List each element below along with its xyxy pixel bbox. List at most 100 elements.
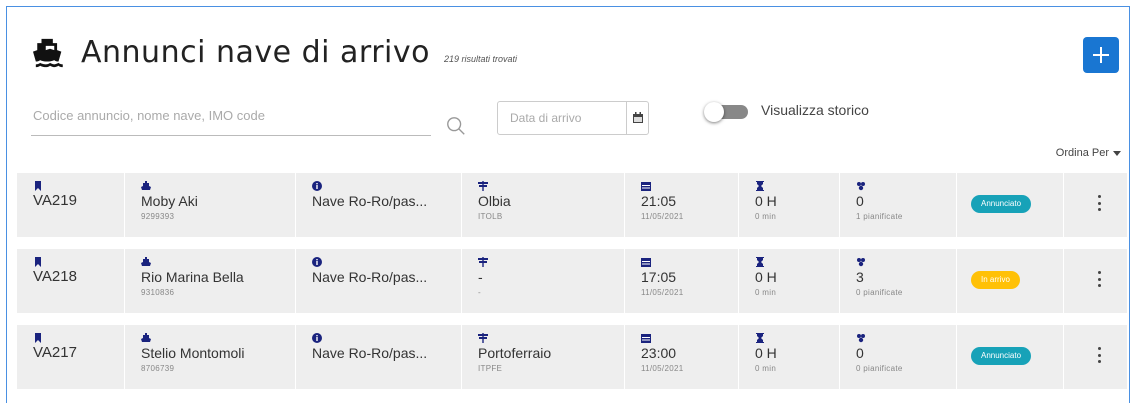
actions-cell: [1064, 249, 1127, 313]
duration-hours: 0 H: [755, 345, 777, 361]
hourglass-icon: [756, 257, 764, 267]
arrival-date-input[interactable]: [498, 102, 626, 134]
type-cell: Nave Ro-Ro/pas...: [296, 325, 462, 389]
arrival-date: 11/05/2021: [641, 212, 684, 221]
port-name: Portoferraio: [478, 345, 552, 361]
hourglass-icon: [756, 333, 764, 343]
port-cell: Portoferraio ITPFE: [462, 325, 625, 389]
announcement-code: VA218: [33, 268, 77, 285]
signpost-icon: [478, 333, 488, 343]
arrival-cell: 17:05 11/05/2021: [625, 249, 739, 313]
add-announcement-button[interactable]: [1083, 37, 1119, 73]
bookmark-icon: [35, 181, 41, 191]
arrival-time: 23:00: [641, 345, 677, 361]
planned-count: 1 pianificate: [856, 212, 903, 221]
type-cell: Nave Ro-Ro/pas...: [296, 249, 462, 313]
main-panel: Annunci nave di arrivo 219 risultati tro…: [6, 6, 1130, 403]
duration-cell: 0 H 0 min: [739, 173, 840, 237]
ship-name: Stelio Montomoli: [141, 345, 245, 361]
duration-cell: 0 H 0 min: [739, 249, 840, 313]
item-count: 0: [856, 345, 864, 361]
status-cell: Annunciato: [957, 173, 1064, 237]
duration-hours: 0 H: [755, 193, 777, 209]
planned-count: 0 pianificate: [856, 364, 903, 373]
duration-cell: 0 H 0 min: [739, 325, 840, 389]
caret-down-icon: [1113, 150, 1121, 156]
announcement-code: VA217: [33, 344, 77, 361]
ship-icon: [141, 257, 151, 266]
search-icon[interactable]: [445, 115, 467, 137]
calendar-icon: [632, 112, 643, 123]
arrival-date: 11/05/2021: [641, 288, 684, 297]
imo-code: 8706739: [141, 364, 175, 373]
more-options-icon[interactable]: [1098, 271, 1102, 287]
code-cell: VA219: [17, 173, 125, 237]
planning-cell: 0 0 pianificate: [840, 325, 957, 389]
ship-icon: [33, 38, 63, 67]
group-icon: [857, 334, 865, 343]
status-badge: Annunciato: [971, 195, 1032, 213]
arrival-date: 11/05/2021: [641, 364, 684, 373]
bookmark-icon: [35, 257, 41, 267]
search-field: [31, 107, 435, 136]
port-code: ITPFE: [478, 364, 503, 373]
announcement-code: VA219: [33, 192, 77, 209]
toggle-knob: [704, 102, 724, 122]
port-code: ITOLB: [478, 212, 503, 221]
more-options-icon[interactable]: [1098, 347, 1102, 363]
ship-icon: [141, 181, 151, 190]
calendar-button[interactable]: [626, 102, 648, 134]
ship-cell: Stelio Montomoli 8706739: [125, 325, 296, 389]
port-cell: - -: [462, 249, 625, 313]
table-row[interactable]: VA217 Stelio Montomoli 8706739 Nave Ro-R…: [17, 325, 1127, 389]
announcement-list: VA219 Moby Aki 9299393 Nave Ro-Ro/pas...…: [17, 173, 1127, 401]
duration-minutes: 0 min: [755, 364, 777, 373]
info-icon: [312, 181, 322, 191]
hourglass-icon: [756, 181, 764, 191]
ship-icon: [141, 333, 151, 342]
info-icon: [312, 333, 322, 343]
actions-cell: [1064, 173, 1127, 237]
status-badge: Annunciato: [971, 347, 1032, 365]
imo-code: 9299393: [141, 212, 175, 221]
more-options-icon[interactable]: [1098, 195, 1102, 211]
code-cell: VA217: [17, 325, 125, 389]
arrival-date-filter: [497, 101, 649, 135]
ship-cell: Rio Marina Bella 9310836: [125, 249, 296, 313]
results-count: 219 risultati trovati: [443, 53, 518, 64]
port-code: -: [478, 288, 481, 297]
calendar-icon: [641, 182, 651, 191]
code-cell: VA218: [17, 249, 125, 313]
calendar-icon: [641, 334, 651, 343]
imo-code: 9310836: [141, 288, 175, 297]
bookmark-icon: [35, 333, 41, 343]
info-icon: [312, 257, 322, 267]
page-title: Annunci nave di arrivo: [81, 35, 430, 70]
ship-cell: Moby Aki 9299393: [125, 173, 296, 237]
table-row[interactable]: VA218 Rio Marina Bella 9310836 Nave Ro-R…: [17, 249, 1127, 313]
ship-type: Nave Ro-Ro/pas...: [312, 269, 428, 285]
port-name: Olbia: [478, 193, 511, 209]
sort-label: Ordina Per: [1055, 147, 1109, 159]
planning-cell: 0 1 pianificate: [840, 173, 957, 237]
status-cell: In arrivo: [957, 249, 1064, 313]
type-cell: Nave Ro-Ro/pas...: [296, 173, 462, 237]
history-toggle-label: Visualizza storico: [761, 102, 869, 118]
actions-cell: [1064, 325, 1127, 389]
search-input[interactable]: [31, 107, 435, 124]
table-row[interactable]: VA219 Moby Aki 9299393 Nave Ro-Ro/pas...…: [17, 173, 1127, 237]
status-badge: In arrivo: [971, 271, 1020, 289]
ship-name: Rio Marina Bella: [141, 269, 244, 285]
plus-icon: [1093, 47, 1109, 63]
duration-minutes: 0 min: [755, 288, 777, 297]
port-name: -: [478, 269, 483, 285]
arrival-cell: 21:05 11/05/2021: [625, 173, 739, 237]
signpost-icon: [478, 257, 488, 267]
arrival-time: 21:05: [641, 193, 677, 209]
history-toggle[interactable]: [704, 102, 748, 122]
ship-type: Nave Ro-Ro/pas...: [312, 193, 428, 209]
sort-dropdown[interactable]: Ordina Per: [1056, 147, 1121, 159]
planned-count: 0 pianificate: [856, 288, 903, 297]
port-cell: Olbia ITOLB: [462, 173, 625, 237]
ship-type: Nave Ro-Ro/pas...: [312, 345, 428, 361]
